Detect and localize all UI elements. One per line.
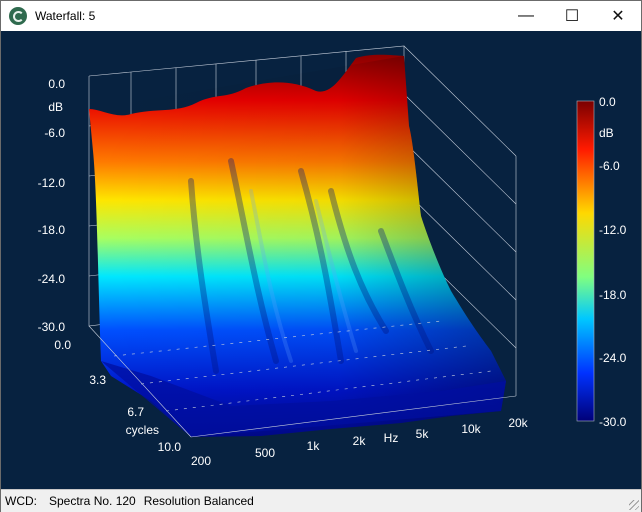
waterfall-surface [89,54,506,437]
z-axis-unit: dB [48,100,63,114]
y-tick-label: 10.0 [158,440,182,454]
resize-grip[interactable] [629,500,639,510]
y-tick-label: 0.0 [54,338,71,352]
colorbar-gradient [576,100,595,422]
status-resolution: Resolution Balanced [143,494,254,508]
status-label: WCD: [5,494,37,508]
app-logo-icon [9,7,27,25]
minimize-icon: — [518,7,534,24]
z-tick-label: -12.0 [38,176,66,190]
x-tick-label: 2k [353,434,367,448]
x-tick-label: 500 [255,446,275,460]
x-tick-label: 1k [307,439,321,453]
close-icon: ✕ [611,8,625,25]
colorbar-tick-label: -12.0 [599,223,627,237]
colorbar-unit: dB [599,126,614,140]
x-tick-label: 5k [416,427,430,441]
colorbar-tick-label: -24.0 [599,351,627,365]
z-tick-label: -18.0 [38,223,66,237]
colorbar-tick-label: 0.0 [599,95,616,109]
x-axis-unit: Hz [384,431,399,445]
y-tick-label: 6.7 [127,405,144,419]
colorbar-tick-label: -18.0 [599,288,627,302]
title-bar[interactable]: Waterfall: 5 — ☐ ✕ [1,1,641,31]
maximize-icon: ☐ [564,8,580,25]
waterfall-plot-area[interactable]: 0.0 dB -6.0 -12.0 -18.0 -24.0 -30.0 0.0 … [1,31,641,489]
z-axis: 0.0 dB -6.0 -12.0 -18.0 -24.0 -30.0 [38,77,66,334]
maximize-button[interactable]: ☐ [549,1,595,31]
z-tick-label: -6.0 [44,126,65,140]
close-button[interactable]: ✕ [595,1,641,31]
z-tick-label: -30.0 [38,320,66,334]
window-title: Waterfall: 5 [35,9,96,23]
x-tick-label: 20k [508,416,528,430]
waterfall-3d-plot[interactable]: 0.0 dB -6.0 -12.0 -18.0 -24.0 -30.0 0.0 … [1,31,641,489]
status-spectra: Spectra No. 120 [49,494,136,508]
minimize-button[interactable]: — [503,1,549,31]
y-tick-label: 3.3 [89,373,106,387]
colorbar-tick-label: -6.0 [599,159,620,173]
window-controls: — ☐ ✕ [503,1,641,31]
status-bar: WCD: Spectra No. 120 Resolution Balanced [1,489,641,512]
waterfall-window: Waterfall: 5 — ☐ ✕ 0.0 dB -6.0 -12.0 -18… [0,0,642,512]
x-tick-label: 10k [461,422,481,436]
colorbar-tick-label: -30.0 [599,415,627,429]
x-tick-label: 200 [191,454,211,468]
z-tick-label: 0.0 [48,77,65,91]
z-tick-label: -24.0 [38,272,66,286]
y-axis-unit: cycles [126,423,159,437]
colorbar: 0.0 dB -6.0 -12.0 -18.0 -24.0 -30.0 [576,95,627,429]
